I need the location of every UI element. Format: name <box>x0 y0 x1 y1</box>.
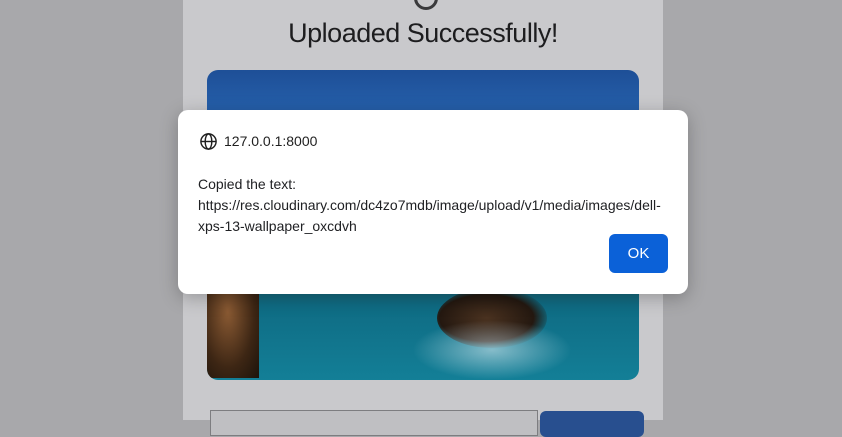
image-foam <box>412 320 572 380</box>
top-decoration <box>414 0 438 10</box>
globe-icon <box>200 132 217 150</box>
page-title: Uploaded Successfully! <box>288 18 558 48</box>
dialog-message: Copied the text: https://res.cloudinary.… <box>198 176 661 234</box>
dialog-origin: 127.0.0.1:8000 <box>199 131 317 151</box>
dialog-origin-text: 127.0.0.1:8000 <box>224 133 318 149</box>
copy-button[interactable] <box>540 411 644 437</box>
alert-dialog: 127.0.0.1:8000 Copied the text: https://… <box>178 110 688 294</box>
ok-button[interactable]: OK <box>609 234 668 273</box>
url-input[interactable] <box>210 410 538 436</box>
